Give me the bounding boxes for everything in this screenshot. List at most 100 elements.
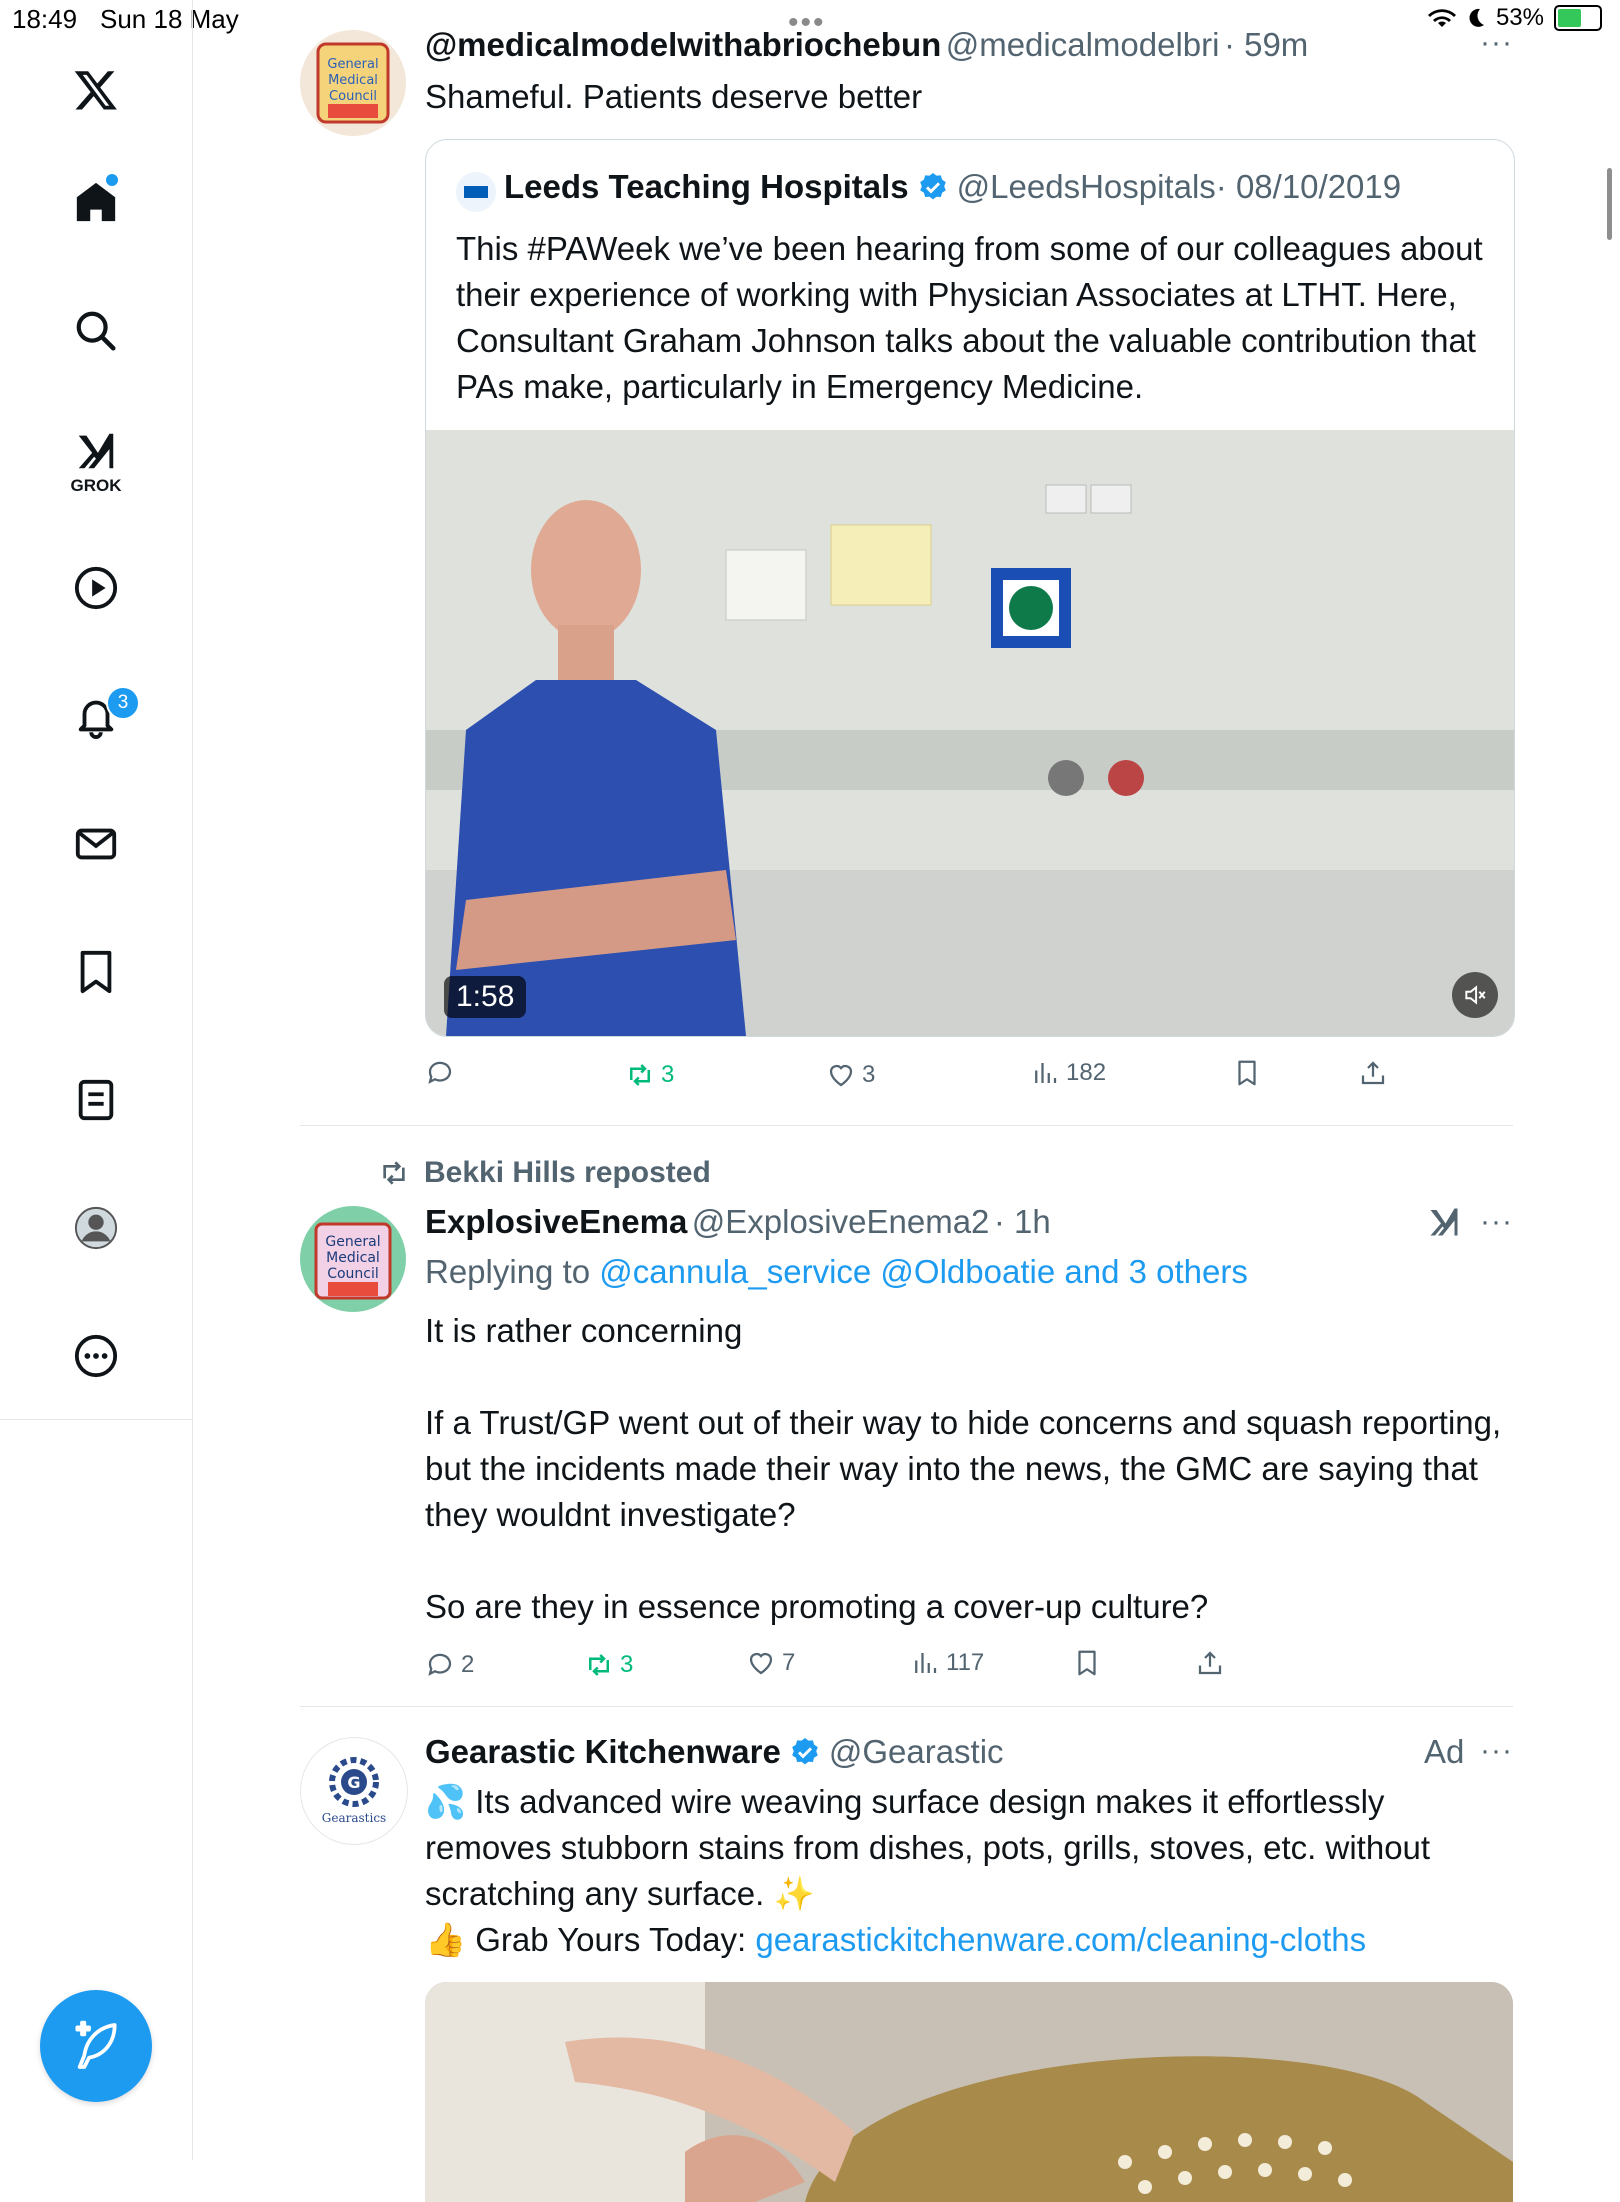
bookmark-action-icon (1078, 1650, 1096, 1676)
share-icon (1361, 1061, 1385, 1085)
ad-text-line: 💦 Its advanced wire weaving surface desi… (425, 1783, 1431, 1912)
views-button[interactable]: 182 (1030, 1058, 1106, 1088)
quoted-header: Leeds Teaching Hospitals @LeedsHospitals… (504, 168, 1401, 206)
tweet-text: Shameful. Patients deserve better (425, 78, 923, 115)
author-name[interactable]: Gearastic Kitchenware (425, 1733, 781, 1771)
tweet-divider (300, 1706, 1513, 1707)
reply-button[interactable]: 2 (425, 1650, 474, 1680)
tweet-text: 💦 Its advanced wire weaving surface desi… (425, 1779, 1510, 1963)
like-count: 3 (862, 1061, 876, 1088)
views-icon (915, 1653, 937, 1673)
svg-text:G: G (347, 1773, 360, 1792)
verified-badge-icon (919, 173, 946, 200)
like-button[interactable]: 3 (826, 1060, 875, 1090)
replying-to-users[interactable]: @cannula_service @Oldboatie and 3 others (599, 1253, 1248, 1290)
sidebar-divider (0, 1419, 192, 1420)
author-name[interactable]: @medicalmodelwithabriochebun (425, 26, 941, 63)
video-icon[interactable] (70, 562, 122, 614)
tweet-paragraph: If a Trust/GP went out of their way to h… (425, 1404, 1502, 1533)
quoted-avatar (456, 172, 496, 212)
notifications-badge: 3 (106, 686, 140, 720)
reply-icon (428, 1653, 452, 1676)
tweet-text: It is rather concerning If a Trust/GP we… (425, 1308, 1505, 1630)
quoted-tweet[interactable]: Leeds Teaching Hospitals @LeedsHospitals… (425, 139, 1515, 1037)
lists-icon[interactable] (70, 1074, 122, 1126)
author-handle[interactable]: @Gearastic (829, 1733, 1004, 1771)
reply-icon (428, 1061, 452, 1084)
video-duration: 1:58 (444, 976, 527, 1018)
author-name[interactable]: ExplosiveEnema (425, 1203, 687, 1240)
repost-context[interactable]: Bekki Hills reposted (378, 1156, 711, 1190)
profile-icon[interactable] (70, 1202, 122, 1254)
ad-label: Ad (1424, 1733, 1465, 1770)
video-player[interactable]: 1:58 (426, 430, 1514, 1036)
tweet-header: ExplosiveEnema @ExplosiveEnema2 · 1h (425, 1203, 1051, 1241)
compose-feather-icon (75, 2020, 117, 2069)
author-handle[interactable]: @medicalmodelbri (946, 26, 1220, 63)
verified-badge-icon (792, 1738, 818, 1765)
home-unread-dot (106, 174, 118, 186)
more-icon[interactable] (70, 1330, 122, 1382)
more-options-icon[interactable]: ··· (1480, 1734, 1513, 1768)
wifi-icon (1427, 9, 1456, 27)
avatar[interactable]: General Medical Council (300, 1206, 406, 1312)
like-count: 7 (782, 1649, 796, 1676)
bookmark-action-icon (1238, 1060, 1256, 1086)
search-icon[interactable] (70, 305, 122, 357)
repost-button[interactable]: 3 (625, 1060, 674, 1090)
more-options-icon[interactable]: ··· (1480, 26, 1513, 60)
quoted-text: This #PAWeek we’ve been hearing from som… (456, 230, 1483, 405)
heart-icon (829, 1064, 853, 1087)
svg-text:Gearastics: Gearastics (322, 1811, 386, 1825)
scrollbar-thumb[interactable] (1607, 168, 1612, 240)
views-icon (1035, 1063, 1057, 1083)
tweet-time[interactable]: · 1h (994, 1203, 1051, 1240)
reply-button[interactable] (425, 1058, 461, 1088)
views-button[interactable]: 117 (910, 1648, 984, 1678)
quoted-author-handle: @LeedsHospitals (956, 168, 1216, 205)
battery-icon (1554, 5, 1602, 31)
more-options-icon[interactable]: ··· (1480, 1205, 1513, 1239)
share-icon (1198, 1651, 1222, 1675)
tweet-paragraph: It is rather concerning (425, 1312, 743, 1349)
speaker-muted-icon (1465, 985, 1486, 1005)
like-button[interactable]: 7 (746, 1648, 795, 1678)
replying-to-prefix: Replying to (425, 1253, 591, 1290)
grok-explain-icon[interactable] (1426, 1204, 1462, 1245)
mute-toggle-button[interactable] (1452, 972, 1498, 1018)
bookmark-button[interactable] (1072, 1648, 1102, 1678)
reply-count: 2 (461, 1651, 475, 1678)
status-indicators: 53% (1427, 4, 1602, 32)
tweet-header: @medicalmodelwithabriochebun @medicalmod… (425, 26, 1308, 64)
reposted-by: Bekki Hills reposted (424, 1156, 711, 1189)
share-button[interactable] (1195, 1648, 1225, 1678)
bookmark-icon[interactable] (70, 946, 122, 998)
author-handle[interactable]: @ExplosiveEnema2 (692, 1203, 990, 1240)
share-button[interactable] (1358, 1058, 1388, 1088)
x-logo-icon[interactable] (70, 64, 122, 116)
ad-cta-line: 👍 Grab Yours Today: gearastickitchenware… (425, 1917, 1510, 1963)
svg-text:General: General (327, 57, 378, 72)
repost-count: 3 (661, 1061, 675, 1088)
svg-text:Council: Council (327, 1266, 379, 1282)
svg-text:Medical: Medical (328, 73, 378, 88)
tweet-time[interactable]: · 59m (1224, 26, 1308, 63)
ad-link[interactable]: gearastickitchenware.com/cleaning-cloths (755, 1921, 1366, 1958)
ad-media[interactable] (425, 1982, 1513, 2202)
view-count: 117 (946, 1649, 985, 1676)
compose-post-button[interactable] (40, 1990, 152, 2102)
ad-cta-prefix: 👍 Grab Yours Today: (425, 1921, 756, 1958)
tweet-header: Gearastic Kitchenware @Gearastic (425, 1733, 1004, 1771)
repost-icon (589, 1654, 609, 1676)
repost-icon (630, 1064, 650, 1086)
video-frame (426, 430, 1514, 1036)
view-count: 182 (1066, 1059, 1107, 1086)
repost-button[interactable]: 3 (584, 1650, 633, 1680)
mail-icon[interactable] (70, 818, 122, 870)
bookmark-button[interactable] (1232, 1058, 1262, 1088)
avatar[interactable]: General Medical Council (300, 30, 406, 136)
grok-icon[interactable] (70, 425, 122, 477)
repost-small-icon (383, 1161, 405, 1185)
ad-media-frame (425, 1982, 1513, 2202)
avatar[interactable]: G Gearastics (300, 1737, 408, 1845)
